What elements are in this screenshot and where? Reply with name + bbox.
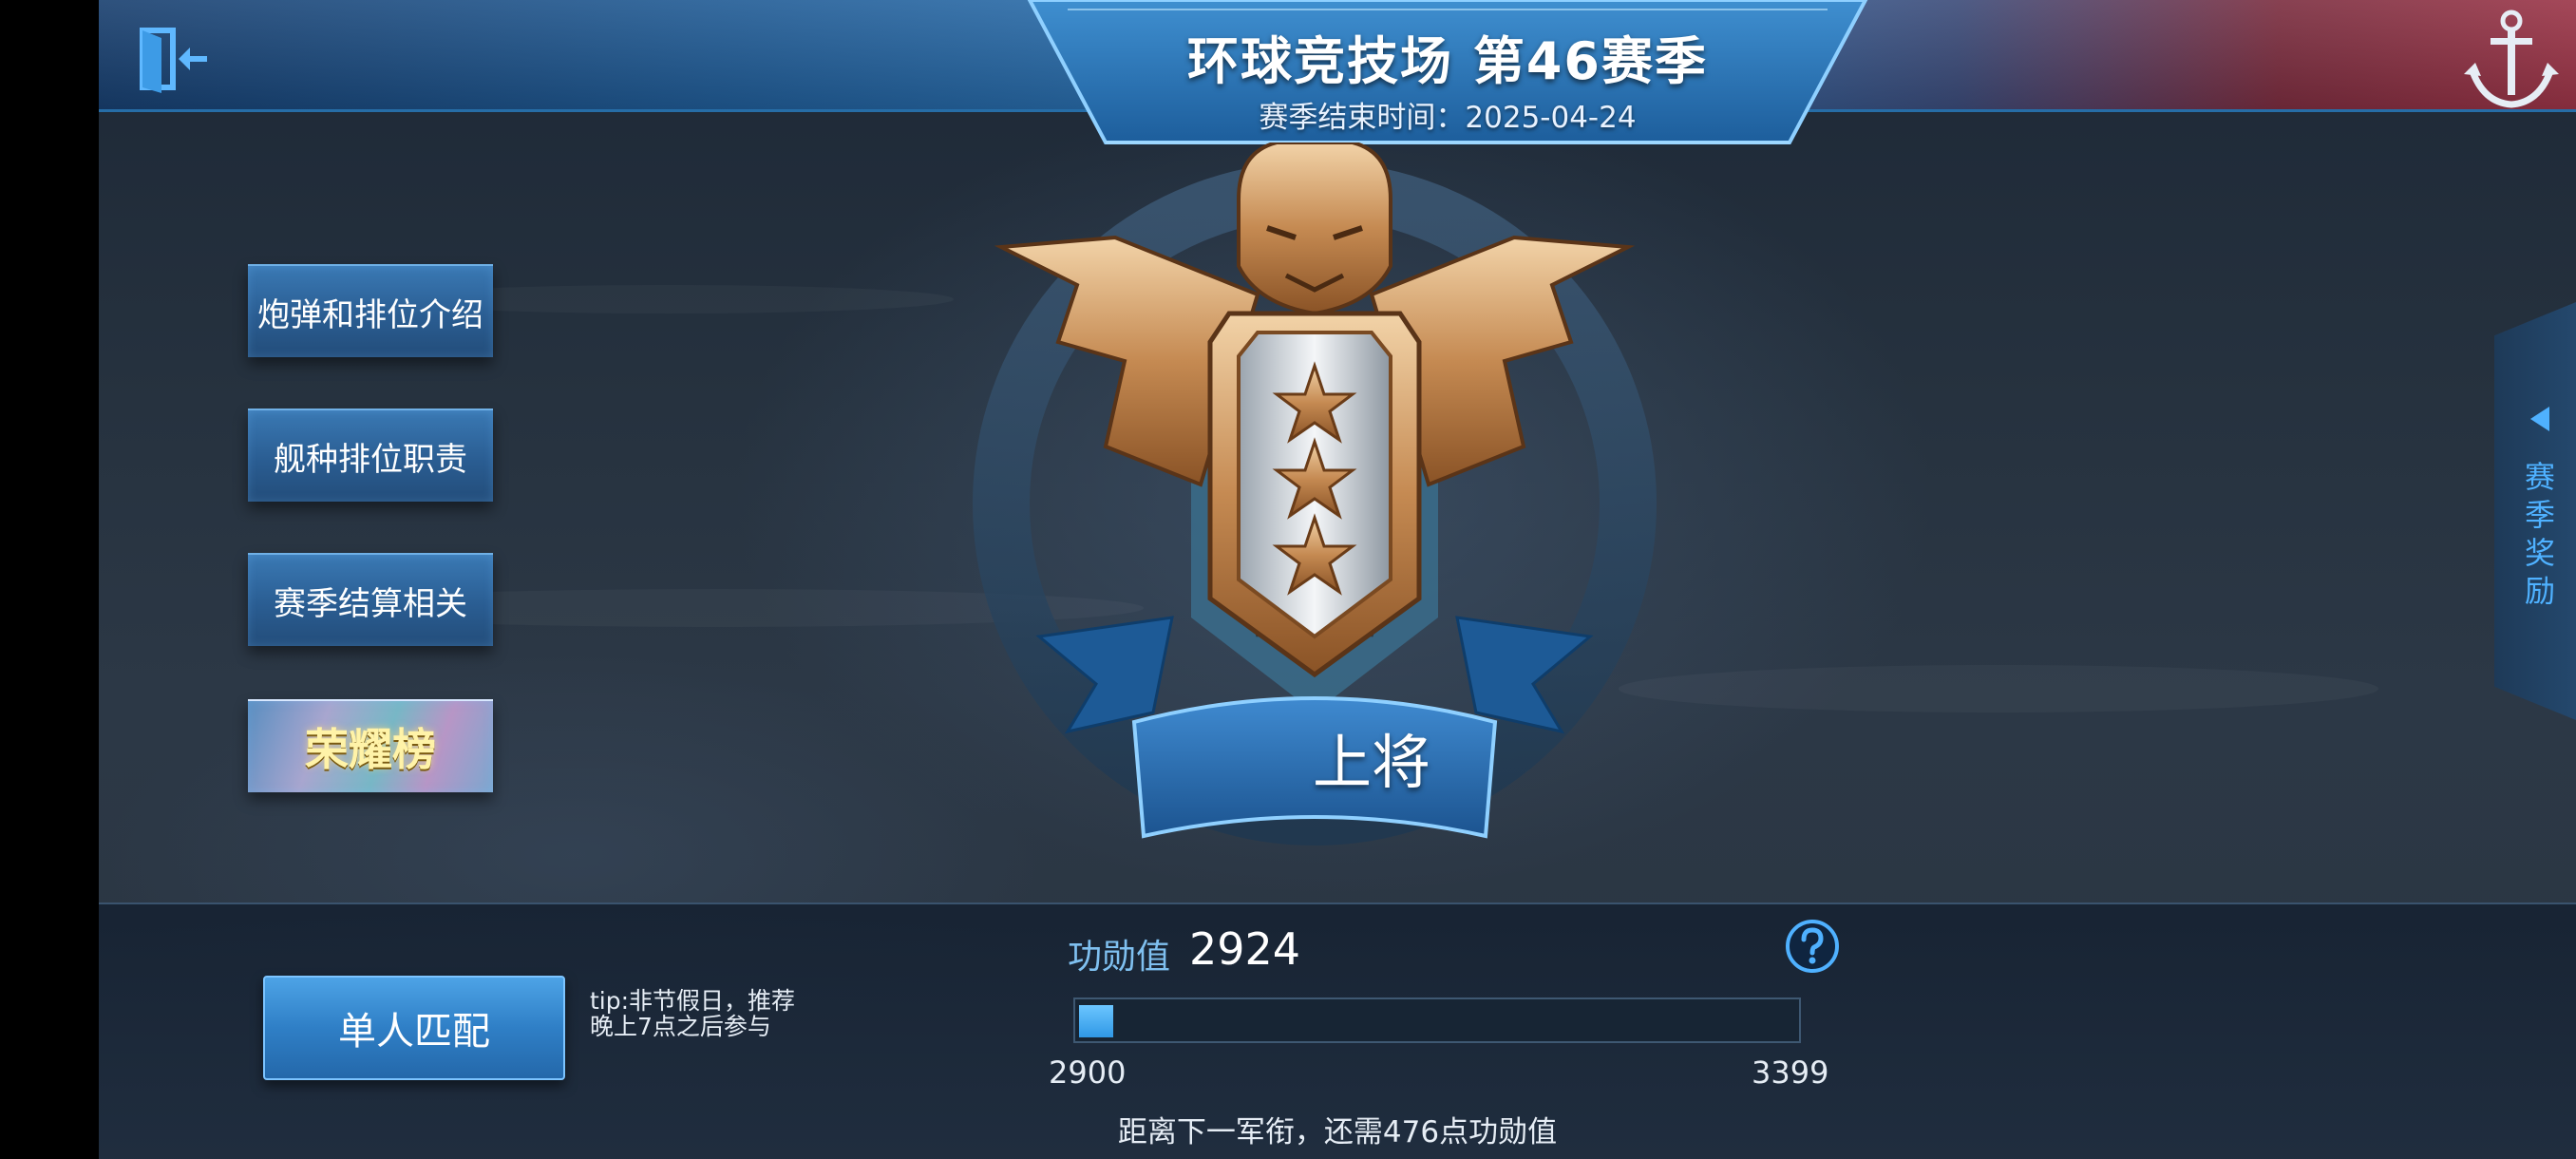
- rank-name: 上将: [1312, 728, 1430, 797]
- merit-progress-bar: [1073, 998, 1801, 1043]
- merit-progress-fill: [1079, 1005, 1113, 1037]
- merit-max: 3399: [1752, 1054, 1829, 1091]
- solo-match-button[interactable]: 单人匹配: [263, 976, 565, 1080]
- exit-button[interactable]: [135, 25, 213, 93]
- menu-shell-rank-intro-label: 炮弹和排位介绍: [257, 295, 483, 334]
- texture-streak: [1619, 665, 2378, 712]
- anchor-icon[interactable]: [2454, 0, 2568, 114]
- title-plate: 环球竞技场 第46赛季 赛季结束时间：2025-04-24: [1011, 0, 1885, 152]
- season-end-date: 赛季结束时间：2025-04-24: [1259, 101, 1637, 135]
- next-rank-requirement: 距离下一军衔，还需476点功勋值: [1117, 1115, 1558, 1150]
- merit-value: 2924: [1189, 923, 1301, 975]
- menu-ship-role-duties-label: 舰种排位职责: [274, 440, 467, 479]
- match-tip: tip:非节假日，推荐晚上7点之后参与: [590, 987, 796, 1040]
- merit-min: 2900: [1049, 1054, 1127, 1091]
- menu-glory-board[interactable]: 荣耀榜: [248, 699, 493, 792]
- page-title: 环球竞技场 第46赛季: [1187, 31, 1708, 91]
- menu-glory-board-label: 荣耀榜: [305, 724, 436, 775]
- menu-ship-role-duties[interactable]: 舰种排位职责: [248, 408, 493, 502]
- menu-season-settlement[interactable]: 赛季结算相关: [248, 553, 493, 646]
- menu-season-settlement-label: 赛季结算相关: [274, 584, 467, 623]
- help-button[interactable]: [1784, 918, 1841, 975]
- exit-door-icon: [140, 28, 207, 93]
- menu-shell-rank-intro[interactable]: 炮弹和排位介绍: [248, 264, 493, 357]
- triangle-left-icon: [2530, 407, 2549, 431]
- solo-match-label: 单人匹配: [338, 1010, 490, 1054]
- game-area: 环球竞技场 第46赛季 赛季结束时间：2025-04-24 炮弹和排位介绍 舰种…: [99, 0, 2576, 1159]
- screen: 环球竞技场 第46赛季 赛季结束时间：2025-04-24 炮弹和排位介绍 舰种…: [0, 0, 2576, 1159]
- question-circle-icon: [1786, 920, 1839, 973]
- merit-label: 功勋值: [1068, 938, 1171, 977]
- season-reward-label: 赛季奖励: [2524, 459, 2555, 609]
